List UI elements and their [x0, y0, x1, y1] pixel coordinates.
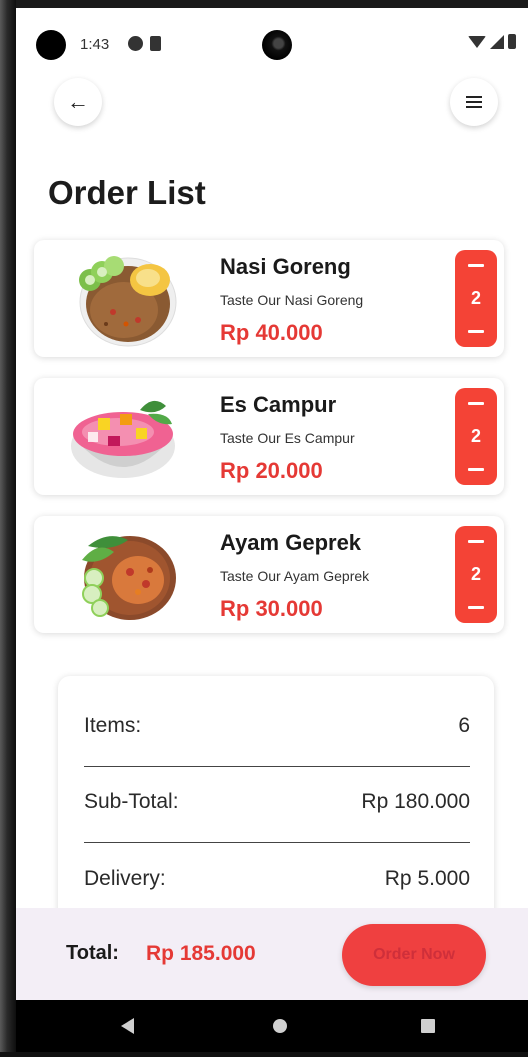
decrease-button[interactable] [468, 402, 484, 405]
total-label: Total: [66, 942, 119, 964]
item-price: Rp 20.000 [220, 458, 323, 483]
status-icons [468, 34, 516, 49]
item-name: Ayam Geprek [220, 530, 362, 555]
decrease-button[interactable] [468, 264, 484, 267]
nav-back-icon[interactable] [121, 1018, 134, 1034]
increase-button[interactable] [468, 606, 484, 609]
subtotal-value: Rp 180.000 [361, 790, 470, 813]
quantity-value: 2 [470, 288, 481, 308]
phone-screen: 1:43 ← Order List Nasi Goreng Taste Our … [16, 8, 528, 1000]
item-description: Taste Our Ayam Geprek [220, 568, 370, 584]
item-price: Rp 40.000 [220, 320, 323, 345]
nav-home-icon[interactable] [273, 1019, 287, 1033]
status-dot-icon [36, 30, 66, 60]
ayam-geprek-image [82, 536, 176, 620]
order-card-es-campur: Es Campur Taste Our Es Campur Rp 20.000 … [34, 378, 504, 495]
phone-frame-left [0, 0, 16, 1057]
phone-frame-bottom [0, 1052, 528, 1057]
item-price: Rp 30.000 [220, 596, 323, 621]
quantity-value: 2 [470, 564, 481, 584]
item-name: Nasi Goreng [220, 254, 351, 279]
order-card-nasi-goreng: Nasi Goreng Taste Our Nasi Goreng Rp 40.… [34, 240, 504, 357]
summary-divider [84, 842, 470, 843]
battery-icon [508, 34, 516, 49]
checkout-bar: Total: Rp 185.000 Order Now [16, 908, 528, 1000]
decrease-button[interactable] [468, 540, 484, 543]
phone-frame-top [0, 0, 528, 8]
menu-button[interactable] [450, 78, 498, 126]
system-navigation-bar [16, 1000, 528, 1052]
quantity-value: 2 [470, 426, 481, 446]
increase-button[interactable] [468, 468, 484, 471]
quantity-stepper: 2 [455, 388, 497, 485]
delivery-label: Delivery: [84, 867, 166, 890]
order-now-button[interactable]: Order Now [342, 924, 486, 986]
quantity-stepper: 2 [455, 250, 497, 347]
nav-recents-icon[interactable] [421, 1019, 435, 1033]
summary-subtotal-row: Sub-Total: Rp 180.000 [84, 790, 470, 814]
items-label: Items: [84, 714, 142, 737]
back-button[interactable]: ← [54, 78, 102, 126]
signal-icon [490, 34, 504, 49]
item-description: Taste Our Nasi Goreng [220, 292, 364, 308]
wifi-icon [468, 35, 486, 48]
status-bar: 1:43 [16, 8, 528, 62]
item-name: Es Campur [220, 392, 337, 417]
status-time: 1:43 [80, 36, 110, 53]
nasi-goreng-image [79, 256, 177, 347]
summary-delivery-row: Delivery: Rp 5.000 [84, 867, 470, 891]
items-value: 6 [458, 714, 470, 737]
notification-icon [128, 36, 143, 51]
summary-divider [84, 766, 470, 767]
order-card-ayam-geprek: Ayam Geprek Taste Our Ayam Geprek Rp 30.… [34, 516, 504, 633]
total-value: Rp 185.000 [146, 942, 256, 965]
front-camera [262, 30, 292, 60]
page-title: Order List [48, 174, 206, 211]
summary-items-row: Items: 6 [84, 714, 470, 738]
delivery-value: Rp 5.000 [384, 867, 470, 890]
arrow-left-icon: ← [67, 89, 89, 114]
hamburger-menu-icon [466, 96, 482, 108]
es-campur-image [71, 400, 175, 478]
sim-card-icon [150, 36, 161, 51]
increase-button[interactable] [468, 330, 484, 333]
subtotal-label: Sub-Total: [84, 790, 179, 813]
item-description: Taste Our Es Campur [220, 430, 355, 446]
quantity-stepper: 2 [455, 526, 497, 623]
